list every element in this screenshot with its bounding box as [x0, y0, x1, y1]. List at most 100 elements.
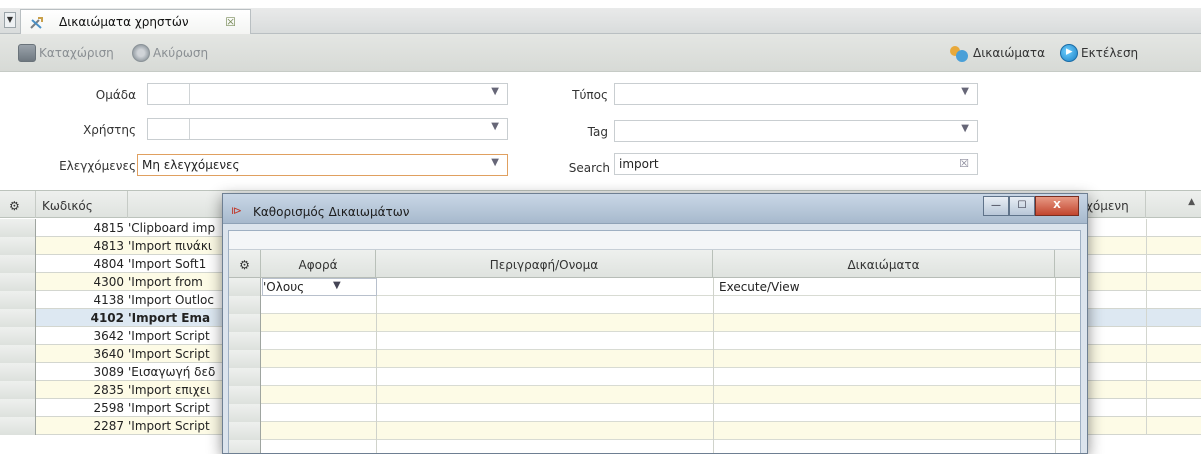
row-selector[interactable]: [229, 350, 261, 368]
tab-user-rights[interactable]: Δικαιώματα χρηστών ☒: [20, 9, 251, 35]
row-selector[interactable]: [229, 332, 261, 350]
row-selector[interactable]: [229, 422, 261, 440]
column-divider: [376, 440, 377, 453]
users-icon: [948, 44, 970, 62]
column-header-checked[interactable]: χόμενη: [1082, 191, 1146, 218]
dialog-titlebar[interactable]: ⧐ Καθορισμός Δικαιωμάτων — ☐ X: [223, 194, 1087, 224]
row-selector[interactable]: [0, 381, 36, 399]
row-selector[interactable]: [0, 363, 36, 381]
checked-select[interactable]: Μη ελεγχόμενες ▼: [137, 154, 508, 176]
row-selector[interactable]: [229, 296, 261, 314]
chevron-down-icon[interactable]: ▼: [491, 121, 499, 132]
row-selector[interactable]: [0, 237, 36, 255]
group-select[interactable]: ▼: [147, 83, 508, 105]
column-divider: [1146, 237, 1147, 255]
row-selector[interactable]: [0, 345, 36, 363]
cancel-button-label: Ακύρωση: [153, 46, 209, 60]
column-divider: [376, 332, 377, 350]
close-icon[interactable]: X: [1035, 196, 1079, 216]
row-selector[interactable]: [229, 386, 261, 404]
column-divider: [376, 350, 377, 368]
about-value: 'Ολους: [263, 280, 305, 294]
type-select[interactable]: ▼: [614, 83, 978, 105]
row-description: 'Clipboard imp: [128, 221, 216, 235]
clear-icon[interactable]: ☒: [959, 157, 969, 170]
row-selector[interactable]: [0, 255, 36, 273]
minimize-icon[interactable]: —: [983, 196, 1009, 216]
list-item[interactable]: [229, 350, 1080, 368]
save-icon: [18, 44, 36, 62]
list-item[interactable]: [229, 314, 1080, 332]
column-divider: [1055, 332, 1056, 350]
rights-value[interactable]: Execute/View: [719, 280, 800, 294]
user-select[interactable]: ▼: [147, 118, 508, 140]
list-item[interactable]: [229, 404, 1080, 422]
column-divider: [376, 314, 377, 332]
list-item[interactable]: [229, 440, 1080, 453]
list-item[interactable]: [229, 368, 1080, 386]
maximize-icon[interactable]: ☐: [1009, 196, 1035, 216]
chevron-down-icon[interactable]: ▼: [491, 86, 499, 97]
column-divider: [1055, 296, 1056, 314]
group-code-cell[interactable]: [148, 84, 190, 104]
row-selector[interactable]: [229, 368, 261, 386]
row-description: 'Import Script: [128, 419, 210, 433]
scroll-up-icon[interactable]: ▲: [1188, 197, 1195, 207]
row-selector[interactable]: [0, 291, 36, 309]
dialog-grid-rows: 'Ολους ▼ Execute/View: [229, 278, 1080, 453]
row-selector[interactable]: [229, 404, 261, 422]
user-code-cell[interactable]: [148, 119, 190, 139]
execute-button[interactable]: Εκτέλεση: [1060, 44, 1138, 62]
dialog-grid-header: ⚙ Αφορά Περιγραφή/Ονομα Δικαιώματα: [229, 250, 1080, 278]
row-selector[interactable]: [0, 219, 36, 237]
column-divider: [1055, 440, 1056, 453]
row-description: 'Εισαγωγή δεδ: [128, 365, 216, 379]
row-selector[interactable]: [0, 417, 36, 435]
rights-button[interactable]: Δικαιώματα: [948, 44, 1045, 62]
list-item[interactable]: [229, 332, 1080, 350]
row-selector[interactable]: [0, 399, 36, 417]
row-code: 3640: [93, 347, 124, 361]
list-item[interactable]: [229, 386, 1080, 404]
list-item[interactable]: [229, 422, 1080, 440]
row-selector[interactable]: [0, 309, 36, 327]
save-button[interactable]: Καταχώριση: [18, 44, 114, 62]
row-code: 4804: [93, 257, 124, 271]
tab-menu-button[interactable]: ▼: [4, 12, 16, 28]
row-code: 2287: [93, 419, 124, 433]
column-divider: [713, 332, 714, 350]
row-selector[interactable]: [229, 278, 261, 296]
settings-icon[interactable]: ⚙: [229, 250, 261, 278]
settings-icon[interactable]: ⚙: [0, 191, 36, 218]
tag-label: Tag: [587, 125, 608, 139]
column-divider: [376, 404, 377, 422]
column-divider: [376, 296, 377, 314]
row-selector[interactable]: [0, 273, 36, 291]
column-divider: [1146, 399, 1147, 417]
column-header-about[interactable]: Αφορά: [261, 250, 376, 278]
column-header-code[interactable]: Κωδικός: [36, 191, 128, 218]
chevron-down-icon[interactable]: ▼: [491, 157, 499, 168]
search-input[interactable]: import ☒: [614, 153, 978, 175]
rights-button-label: Δικαιώματα: [973, 46, 1046, 60]
chevron-down-icon[interactable]: ▼: [961, 86, 969, 97]
search-label: Search: [568, 161, 610, 175]
row-selector[interactable]: [229, 440, 261, 453]
chevron-down-icon[interactable]: ▼: [961, 123, 969, 134]
row-selector[interactable]: [229, 314, 261, 332]
column-divider: [713, 386, 714, 404]
execute-button-label: Εκτέλεση: [1081, 46, 1139, 60]
chevron-down-icon[interactable]: ▼: [333, 280, 341, 291]
tag-select[interactable]: ▼: [614, 120, 978, 142]
list-item[interactable]: [229, 296, 1080, 314]
tab-label: Δικαιώματα χρηστών: [59, 15, 189, 29]
cancel-button[interactable]: Ακύρωση: [132, 44, 208, 62]
column-divider: [376, 368, 377, 386]
tab-close-icon[interactable]: ☒: [225, 15, 236, 29]
column-header-rights[interactable]: Δικαιώματα: [713, 250, 1055, 278]
column-header-description[interactable]: Περιγραφή/Ονομα: [376, 250, 713, 278]
list-item[interactable]: 'Ολους ▼ Execute/View: [229, 278, 1080, 296]
row-selector[interactable]: [0, 327, 36, 345]
filter-panel: Ομάδα ▼ Χρήστης ▼ Ελεγχόμενες Μη ελεγχόμ…: [0, 73, 1201, 190]
row-code: 2835: [93, 383, 124, 397]
